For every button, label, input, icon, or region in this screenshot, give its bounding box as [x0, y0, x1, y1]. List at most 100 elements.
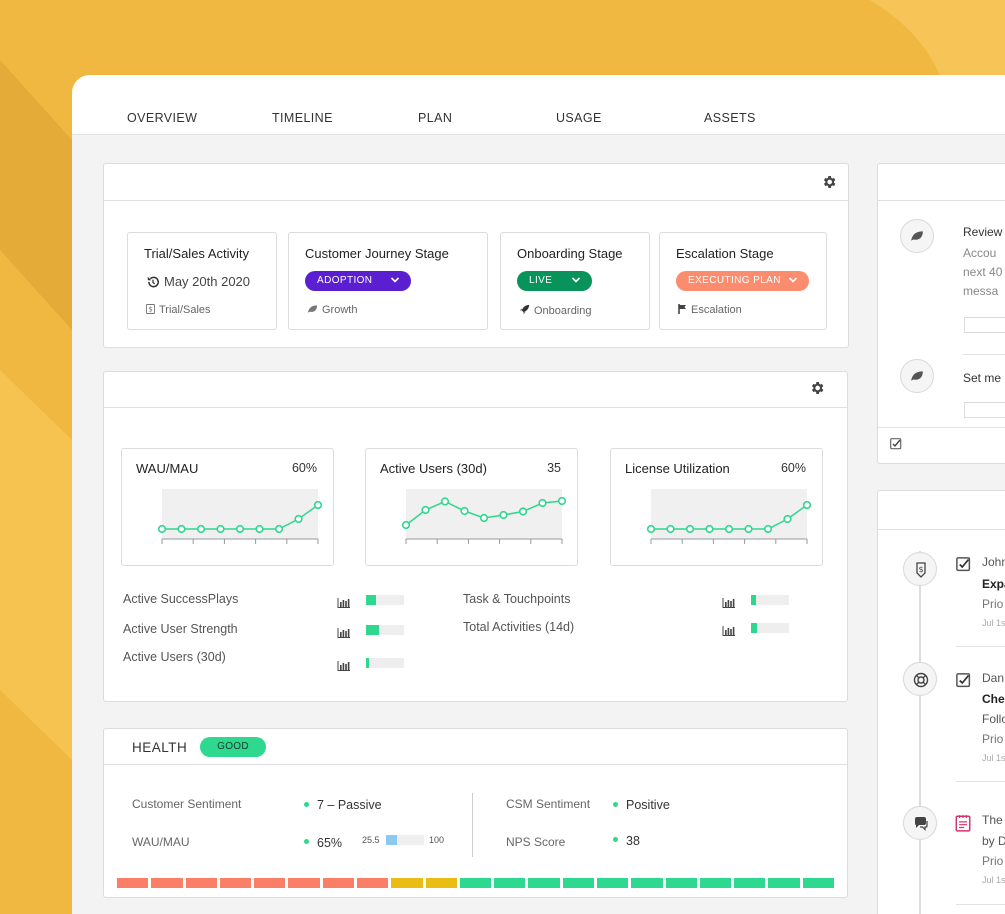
- stage-trial-sales[interactable]: Trial/Sales Activity May 20th 2020 $ Tria…: [127, 232, 277, 330]
- metric-bar-fill: [751, 595, 756, 605]
- timeline-text: Follo: [982, 712, 1005, 726]
- flag-icon: [678, 304, 686, 314]
- bar-chart-icon[interactable]: [337, 625, 351, 638]
- stage-onboarding[interactable]: Onboarding Stage LIVE Onboarding: [500, 232, 650, 330]
- metric-bar: [366, 658, 404, 668]
- task-input[interactable]: [964, 317, 1005, 333]
- data-point: [440, 497, 450, 506]
- bar-chart-icon[interactable]: [337, 595, 351, 608]
- bar-chart-icon[interactable]: [722, 595, 736, 608]
- dollar-doc-icon: $: [146, 304, 155, 314]
- timeline-date: Jul 1s: [982, 618, 1005, 628]
- health-scale-segment: [802, 878, 834, 888]
- timeline-title[interactable]: The: [982, 813, 1003, 827]
- timeline-status: Prio: [982, 732, 1004, 746]
- health-scale-segment: [151, 878, 183, 888]
- nps-score-value: 38: [626, 834, 640, 848]
- bar-chart-icon[interactable]: [722, 623, 736, 636]
- timeline-title[interactable]: Expa: [982, 577, 1005, 591]
- health-scale-segment: [459, 878, 492, 888]
- timeline-author: Dan: [982, 671, 1005, 685]
- tab-plan[interactable]: PLAN: [418, 111, 452, 125]
- tab-assets[interactable]: ASSETS: [704, 111, 756, 125]
- license-utilization-plot: [646, 489, 812, 544]
- checkbox-icon[interactable]: [956, 557, 971, 572]
- gear-icon[interactable]: [821, 174, 837, 190]
- stage-customer-journey[interactable]: Customer Journey Stage ADOPTION Growth: [288, 232, 488, 330]
- divider: [963, 354, 1005, 355]
- csm-sentiment-value: Positive: [626, 798, 670, 812]
- stage-footer: $ Trial/Sales: [146, 304, 211, 316]
- metric-bar: [751, 595, 789, 605]
- task-input[interactable]: [964, 402, 1005, 418]
- stage-footer: Escalation: [678, 304, 742, 316]
- health-card: HEALTH GOOD Customer Sentiment 7 – Passi…: [103, 728, 848, 898]
- chevron-down-icon: [571, 277, 581, 283]
- journey-stage-dropdown[interactable]: ADOPTION: [305, 271, 411, 291]
- data-point: [401, 520, 411, 530]
- metric-bar: [366, 595, 404, 605]
- health-scale-segment: [734, 878, 766, 888]
- data-point: [666, 524, 675, 534]
- checkbox-icon[interactable]: [956, 673, 971, 688]
- timeline-status: Prio: [982, 597, 1004, 611]
- data-point: [196, 524, 206, 534]
- stage-title: Customer Journey Stage: [305, 246, 449, 261]
- task-icon-circle: [900, 219, 934, 253]
- data-point: [294, 514, 303, 524]
- license-utilization-chart[interactable]: License Utilization 60%: [610, 448, 823, 566]
- stage-escalation[interactable]: Escalation Stage EXECUTING PLAN Escalati…: [659, 232, 827, 330]
- leaf-icon: [911, 371, 923, 381]
- task-title[interactable]: Set me: [963, 371, 1001, 385]
- onboarding-stage-dropdown[interactable]: LIVE: [517, 271, 592, 291]
- tab-overview[interactable]: OVERVIEW: [127, 111, 197, 125]
- gear-icon[interactable]: [809, 380, 825, 396]
- stage-title: Trial/Sales Activity: [144, 246, 249, 261]
- chevron-down-icon: [390, 277, 400, 283]
- divider: [956, 781, 1005, 782]
- timeline-panel: $ John Expa Prio Jul 1s Dan Che Follo Pr…: [877, 490, 1005, 914]
- data-point: [479, 513, 489, 523]
- checkbox-icon[interactable]: [890, 438, 902, 450]
- data-point: [216, 524, 225, 534]
- rocket-icon: [519, 304, 530, 315]
- leaf-icon: [911, 231, 923, 241]
- metric-bar: [366, 625, 404, 635]
- data-point: [557, 496, 567, 506]
- stage-footer-label: Trial/Sales: [159, 304, 211, 316]
- pill-label: LIVE: [529, 275, 553, 286]
- stage-footer: Onboarding: [519, 304, 592, 317]
- tab-usage[interactable]: USAGE: [556, 111, 602, 125]
- wau-mau-chart[interactable]: WAU/MAU 60%: [121, 448, 334, 566]
- health-scale-segment: [631, 878, 663, 888]
- data-point: [685, 524, 695, 534]
- timeline-title[interactable]: Che: [982, 692, 1005, 706]
- bar-chart-icon[interactable]: [337, 658, 351, 671]
- wau-min: 25.5: [362, 835, 380, 845]
- escalation-stage-dropdown[interactable]: EXECUTING PLAN: [676, 271, 809, 291]
- status-dot: [613, 802, 618, 807]
- stages-card-header: [104, 164, 848, 201]
- metric-bar: [751, 623, 789, 633]
- stage-title: Onboarding Stage: [517, 246, 623, 261]
- data-point: [705, 524, 714, 534]
- data-point: [783, 514, 792, 524]
- health-scale-segment: [699, 878, 732, 888]
- note-icon[interactable]: [955, 814, 971, 832]
- active-users-chart[interactable]: Active Users (30d) 35: [365, 448, 578, 566]
- health-title: HEALTH: [132, 740, 188, 755]
- tab-timeline[interactable]: TIMELINE: [272, 111, 333, 125]
- usage-card: WAU/MAU 60% Active Users (30d) 35 Licens…: [103, 371, 848, 702]
- tasks-panel-header: [878, 164, 1005, 201]
- health-status-badge: GOOD: [200, 737, 266, 757]
- wau-mau-value: 65%: [317, 836, 343, 850]
- metric-label: Active User Strength: [123, 622, 238, 636]
- usage-card-header: [104, 372, 847, 408]
- timeline-icon-circle: [903, 806, 937, 840]
- divider: [472, 793, 473, 857]
- data-point: [313, 500, 323, 510]
- tasks-panel: Review Accou next 40 messa Set me: [877, 163, 1005, 464]
- task-title[interactable]: Review: [963, 225, 1002, 239]
- metric-bar-fill: [366, 658, 369, 668]
- divider: [956, 646, 1005, 647]
